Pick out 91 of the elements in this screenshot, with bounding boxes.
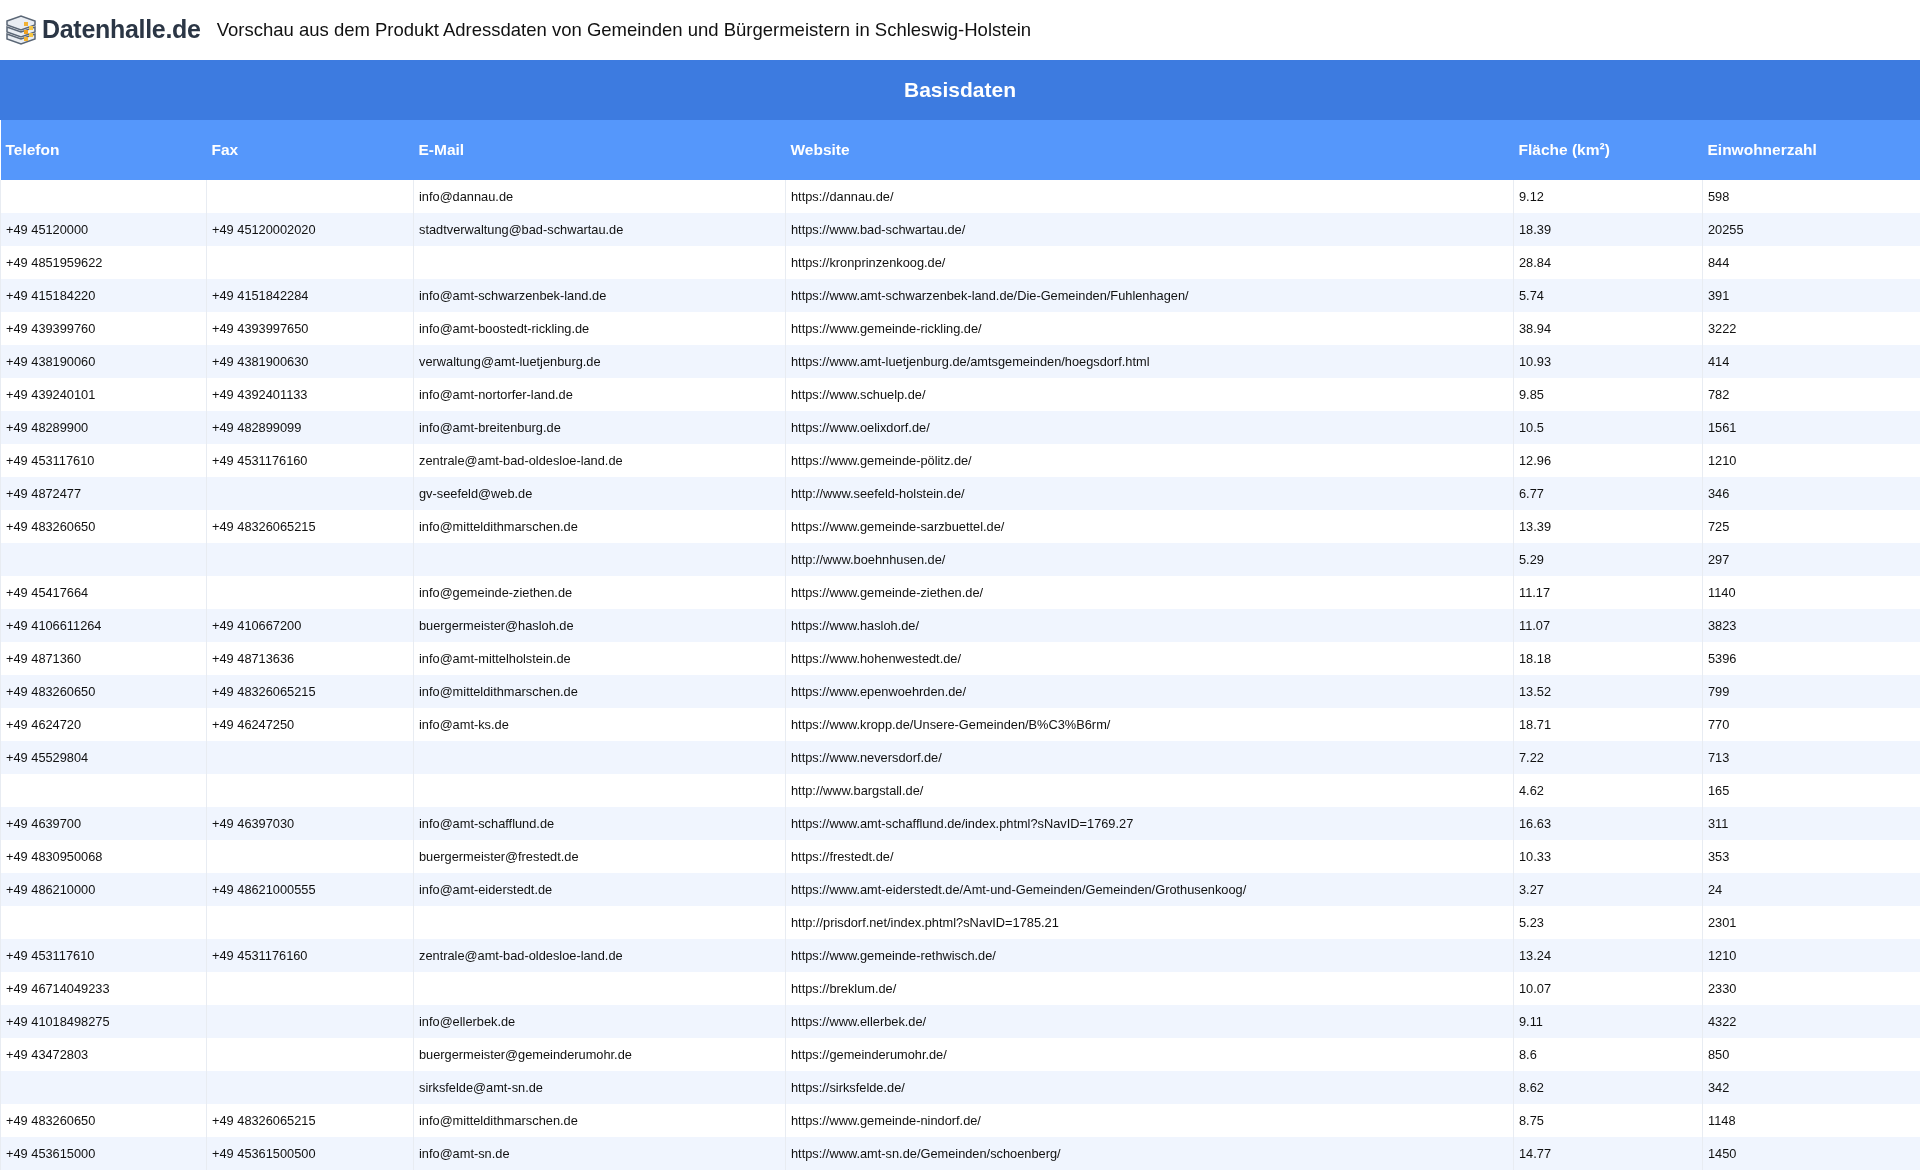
- table-cell: https://www.epenwoehrden.de/: [785, 675, 1514, 708]
- table-cell: 10.5: [1513, 411, 1703, 444]
- table-cell: info@amt-schwarzenbek-land.de: [413, 279, 786, 312]
- table-cell: +49 410667200: [206, 609, 414, 642]
- table-cell: info@ellerbek.de: [413, 1005, 786, 1038]
- table-cell: 1561: [1702, 411, 1920, 444]
- table-cell: https://www.oelixdorf.de/: [785, 411, 1514, 444]
- table-cell: 414: [1702, 345, 1920, 378]
- table-cell: 11.07: [1513, 609, 1703, 642]
- table-cell: +49 46397030: [206, 807, 414, 840]
- table-cell: 14.77: [1513, 1137, 1703, 1170]
- table-cell: +49 4151842284: [206, 279, 414, 312]
- table-cell: zentrale@amt-bad-oldesloe-land.de: [413, 939, 786, 972]
- table-cell: 3.27: [1513, 873, 1703, 906]
- table-cell: gv-seefeld@web.de: [413, 477, 786, 510]
- table-cell: stadtverwaltung@bad-schwartau.de: [413, 213, 786, 246]
- table-cell: https://www.bad-schwartau.de/: [785, 213, 1514, 246]
- table-cell: +49 482899099: [206, 411, 414, 444]
- table-cell: 1210: [1702, 939, 1920, 972]
- table-cell: +49 45120002020: [206, 213, 414, 246]
- table-cell: 713: [1702, 741, 1920, 774]
- table-cell: +49 438190060: [0, 345, 207, 378]
- table-cell: https://www.amt-sn.de/Gemeinden/schoenberg/: [785, 1137, 1514, 1170]
- table-cell: 18.39: [1513, 213, 1703, 246]
- column-header: Fax: [206, 120, 414, 180]
- table-cell: +49 483260650: [0, 675, 207, 708]
- table-cell: https://sirksfelde.de/: [785, 1071, 1514, 1104]
- table-cell: info@amt-schafflund.de: [413, 807, 786, 840]
- table-cell: 4322: [1702, 1005, 1920, 1038]
- table-cell: 8.62: [1513, 1071, 1703, 1104]
- table-cell: info@amt-eiderstedt.de: [413, 873, 786, 906]
- table-cell: 6.77: [1513, 477, 1703, 510]
- table-cell: +49 41018498275: [0, 1005, 207, 1038]
- column-header: E-Mail: [413, 120, 786, 180]
- table-cell: https://www.hasloh.de/: [785, 609, 1514, 642]
- table-cell: +49 45529804: [0, 741, 207, 774]
- table-cell: 13.24: [1513, 939, 1703, 972]
- table-cell: info@amt-breitenburg.de: [413, 411, 786, 444]
- table-cell: https://www.neversdorf.de/: [785, 741, 1514, 774]
- table-cell: +49 45120000: [0, 213, 207, 246]
- table-cell: 1450: [1702, 1137, 1920, 1170]
- table-cell: +49 48289900: [0, 411, 207, 444]
- table-cell: 16.63: [1513, 807, 1703, 840]
- table-cell: +49 4106611264: [0, 609, 207, 642]
- table-cell: https://www.amt-eiderstedt.de/Amt-und-Gemeinden/Gemeinden/Grothusenkoog/: [785, 873, 1514, 906]
- table-cell: https://www.amt-luetjenburg.de/amtsgemeinden/hoegsdorf.html: [785, 345, 1514, 378]
- table-cell: 391: [1702, 279, 1920, 312]
- table-cell: 5.74: [1513, 279, 1703, 312]
- table-cell: 346: [1702, 477, 1920, 510]
- table-cell: +49 4531176160: [206, 939, 414, 972]
- table-cell: +49 45361500500: [206, 1137, 414, 1170]
- table-cell: info@amt-sn.de: [413, 1137, 786, 1170]
- table-cell: +49 486210000: [0, 873, 207, 906]
- table-cell: +49 48621000555: [206, 873, 414, 906]
- table-cell: sirksfelde@amt-sn.de: [413, 1071, 786, 1104]
- table-cell: https://www.amt-schwarzenbek-land.de/Die-Gemeinden/Fuhlenhagen/: [785, 279, 1514, 312]
- table-cell: 342: [1702, 1071, 1920, 1104]
- table-cell: 311: [1702, 807, 1920, 840]
- table-cell: verwaltung@amt-luetjenburg.de: [413, 345, 786, 378]
- table-cell: +49 4381900630: [206, 345, 414, 378]
- table-cell: info@mitteldithmarschen.de: [413, 675, 786, 708]
- table-cell: https://www.amt-schafflund.de/index.phtml?sNavID=1769.27: [785, 807, 1514, 840]
- column-header: Einwohnerzahl: [1702, 120, 1920, 180]
- table-cell: +49 48326065215: [206, 675, 414, 708]
- brand-logo-text[interactable]: Datenhalle.de: [42, 11, 201, 49]
- table-cell: 3823: [1702, 609, 1920, 642]
- table-cell: +49 415184220: [0, 279, 207, 312]
- page-title: Vorschau aus dem Produkt Adressdaten von Gemeinden und Bürgermeistern in Schleswig-Holstein: [216, 18, 1032, 43]
- table-cell: 5.29: [1513, 543, 1703, 576]
- table-cell: buergermeister@hasloh.de: [413, 609, 786, 642]
- table-cell: +49 453117610: [0, 939, 207, 972]
- table-cell: http://www.boehnhusen.de/: [785, 543, 1514, 576]
- column-header: Telefon: [0, 120, 207, 180]
- table-cell: 297: [1702, 543, 1920, 576]
- logo-icon: [4, 13, 38, 47]
- section-header: Basisdaten: [0, 60, 1920, 120]
- column-header: Fläche (km²): [1513, 120, 1703, 180]
- table-cell: 799: [1702, 675, 1920, 708]
- table-cell: 7.22: [1513, 741, 1703, 774]
- table-cell: 20255: [1702, 213, 1920, 246]
- table-cell: +49 453615000: [0, 1137, 207, 1170]
- table-cell: 13.52: [1513, 675, 1703, 708]
- table-cell: 9.11: [1513, 1005, 1703, 1038]
- table-cell: 24: [1702, 873, 1920, 906]
- table-cell: http://www.seefeld-holstein.de/: [785, 477, 1514, 510]
- table-cell: 10.93: [1513, 345, 1703, 378]
- table-cell: https://www.ellerbek.de/: [785, 1005, 1514, 1038]
- table-cell: +49 4872477: [0, 477, 207, 510]
- column-header: Website: [785, 120, 1514, 180]
- table-cell: https://www.gemeinde-rethwisch.de/: [785, 939, 1514, 972]
- table-cell: +49 4639700: [0, 807, 207, 840]
